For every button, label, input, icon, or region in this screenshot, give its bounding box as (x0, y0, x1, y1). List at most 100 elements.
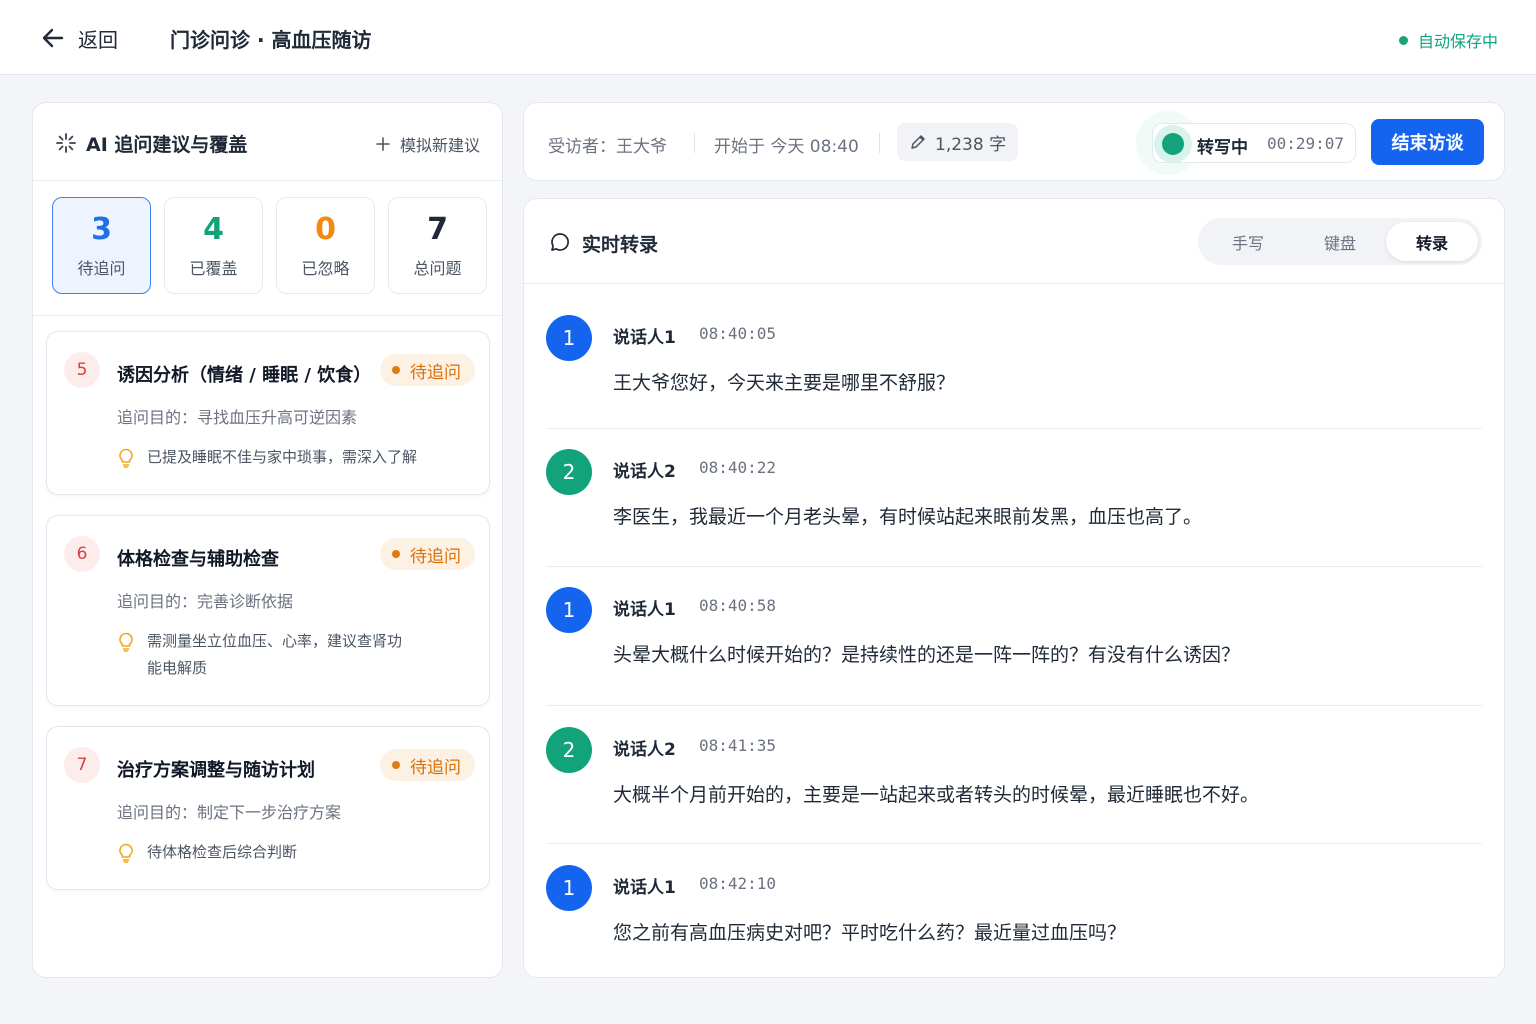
plus-icon (376, 137, 390, 151)
recording-timer: 00:29:07 (1267, 134, 1345, 153)
tab-transcribe[interactable]: 转录 (1386, 222, 1478, 261)
suggestion-card[interactable]: 6 体格检查与辅助检查 待追问 追问目的：完善诊断依据 需测量坐立位血压、心率，… (46, 515, 490, 706)
divider (546, 705, 1482, 706)
card-note: 已提及睡眠不佳与家中琐事，需深入了解 (117, 444, 449, 471)
input-mode-switch: 手写 键盘 转录 (1198, 218, 1482, 265)
speaker-avatar: 1 (546, 587, 592, 633)
page-title: 门诊问诊 · 高血压随访 (170, 28, 372, 52)
stat-value: 3 (91, 211, 112, 247)
stat-value: 7 (427, 211, 448, 247)
stat-label: 待追问 (77, 258, 126, 278)
arrow-left-icon (42, 28, 64, 48)
status-dot-icon (392, 366, 400, 374)
message-text: 您之前有高血压病史对吧？平时吃什么药？最近量过血压吗？ (613, 922, 1127, 944)
note-text: 待体格检查后综合判断 (147, 843, 298, 861)
speaker-name: 说话人2 (613, 462, 676, 482)
simulate-label: 模拟新建议 (399, 136, 480, 155)
stat-value: 0 (315, 211, 336, 247)
divider (546, 843, 1482, 844)
card-index: 6 (64, 536, 100, 572)
recording-status: 转写中 (1197, 138, 1248, 158)
card-title: 诱因分析（情绪 / 睡眠 / 饮食） (117, 365, 372, 386)
interviewee-label: 受访者：王大爷 (548, 137, 667, 157)
end-interview-button[interactable]: 结束访谈 (1371, 119, 1484, 165)
message-time: 08:41:35 (699, 736, 777, 755)
status-label: 待追问 (410, 362, 461, 383)
speaker-avatar: 2 (546, 727, 592, 773)
card-purpose: 追问目的：完善诊断依据 (117, 592, 294, 611)
stat-covered[interactable]: 4 已覆盖 (164, 197, 263, 294)
suggestion-card[interactable]: 5 诱因分析（情绪 / 睡眠 / 饮食） 待追问 追问目的：寻找血压升高可逆因素… (46, 331, 490, 495)
lightbulb-icon (119, 632, 133, 652)
message-time: 08:40:58 (699, 596, 777, 615)
status-dot-icon (392, 550, 400, 558)
word-count: 1,238 字 (935, 134, 1007, 155)
card-purpose: 追问目的：寻找血压升高可逆因素 (117, 408, 358, 427)
autosave-label: 自动保存中 (1417, 32, 1498, 51)
message-time: 08:40:05 (699, 324, 777, 343)
card-purpose: 追问目的：制定下一步治疗方案 (117, 803, 342, 822)
chat-bubble-icon (551, 233, 569, 251)
stat-pending[interactable]: 3 待追问 (52, 197, 151, 294)
speaker-avatar: 1 (546, 315, 592, 361)
message-time: 08:40:22 (699, 458, 777, 477)
stat-label: 总问题 (413, 258, 462, 278)
card-title: 治疗方案调整与随访计划 (117, 760, 315, 781)
speaker-name: 说话人1 (613, 878, 676, 898)
stat-total[interactable]: 7 总问题 (388, 197, 487, 294)
panel-header: AI 追问建议与覆盖 模拟新建议 (33, 103, 502, 181)
word-count-badge: 1,238 字 (897, 123, 1019, 161)
recording-dot-icon (1154, 125, 1192, 163)
recording-indicator: 转写中 00:29:07 (1152, 123, 1356, 163)
divider (694, 133, 695, 153)
session-info-bar: 受访者：王大爷 开始于 今天 08:40 1,238 字 转写中 00:29:0… (523, 102, 1505, 181)
card-note: 需测量坐立位血压、心率，建议查肾功能电解质 (117, 628, 409, 682)
speaker-avatar: 2 (546, 449, 592, 495)
speaker-avatar: 1 (546, 865, 592, 911)
stat-label: 已忽略 (301, 258, 350, 278)
message-text: 王大爷您好，今天来主要是哪里不舒服？ (613, 372, 956, 394)
suggestion-card[interactable]: 7 治疗方案调整与随访计划 待追问 追问目的：制定下一步治疗方案 待体格检查后综… (46, 726, 490, 890)
status-badge: 待追问 (380, 354, 475, 386)
start-time-label: 开始于 今天 08:40 (714, 137, 859, 157)
tab-keyboard[interactable]: 键盘 (1294, 222, 1386, 261)
simulate-suggestion-button[interactable]: 模拟新建议 (376, 132, 480, 156)
speaker-name: 说话人1 (613, 600, 676, 620)
message-text: 头晕大概什么时候开始的？是持续性的还是一阵一阵的？有没有什么诱因？ (613, 644, 1241, 666)
back-button[interactable]: 返回 (40, 22, 118, 54)
panel-title: AI 追问建议与覆盖 (86, 134, 248, 156)
ai-suggestions-panel: AI 追问建议与覆盖 模拟新建议 3 待追问 4 已覆盖 0 已忽略 7 总问题… (32, 102, 503, 978)
card-index: 5 (64, 352, 100, 388)
divider (879, 133, 880, 153)
divider (33, 315, 502, 316)
stat-ignored[interactable]: 0 已忽略 (276, 197, 375, 294)
status-badge: 待追问 (380, 538, 475, 570)
tab-handwriting[interactable]: 手写 (1202, 222, 1294, 261)
autosave-status: 自动保存中 (1398, 28, 1498, 52)
card-title: 体格检查与辅助检查 (117, 549, 279, 570)
transcript-panel: 实时转录 手写 键盘 转录 1 说话人1 08:40:05 王大爷您好，今天来主… (523, 198, 1505, 978)
message-time: 08:42:10 (699, 874, 777, 893)
divider (546, 428, 1482, 429)
transcript-header: 实时转录 手写 键盘 转录 (524, 199, 1504, 284)
status-badge: 待追问 (380, 749, 475, 781)
note-text: 需测量坐立位血压、心率，建议查肾功能电解质 (147, 632, 403, 677)
lightbulb-icon (119, 843, 133, 863)
status-label: 待追问 (410, 546, 461, 567)
status-dot-icon (392, 761, 400, 769)
lightbulb-icon (119, 448, 133, 468)
message-text: 大概半个月前开始的，主要是一站起来或者转头的时候晕，最近睡眠也不好。 (613, 784, 1260, 806)
stat-value: 4 (203, 211, 224, 247)
back-label: 返回 (78, 27, 118, 52)
status-dot-icon (1398, 35, 1408, 45)
note-text: 已提及睡眠不佳与家中琐事，需深入了解 (147, 448, 418, 466)
card-index: 7 (64, 747, 100, 783)
pencil-icon (911, 135, 925, 149)
sparkle-icon (56, 133, 76, 153)
top-bar: 返回 门诊问诊 · 高血压随访 自动保存中 (0, 0, 1536, 75)
status-label: 待追问 (410, 757, 461, 778)
message-text: 李医生，我最近一个月老头晕，有时候站起来眼前发黑，血压也高了。 (613, 506, 1203, 528)
stat-label: 已覆盖 (189, 258, 238, 278)
card-note: 待体格检查后综合判断 (117, 839, 449, 866)
transcript-title: 实时转录 (582, 234, 659, 256)
